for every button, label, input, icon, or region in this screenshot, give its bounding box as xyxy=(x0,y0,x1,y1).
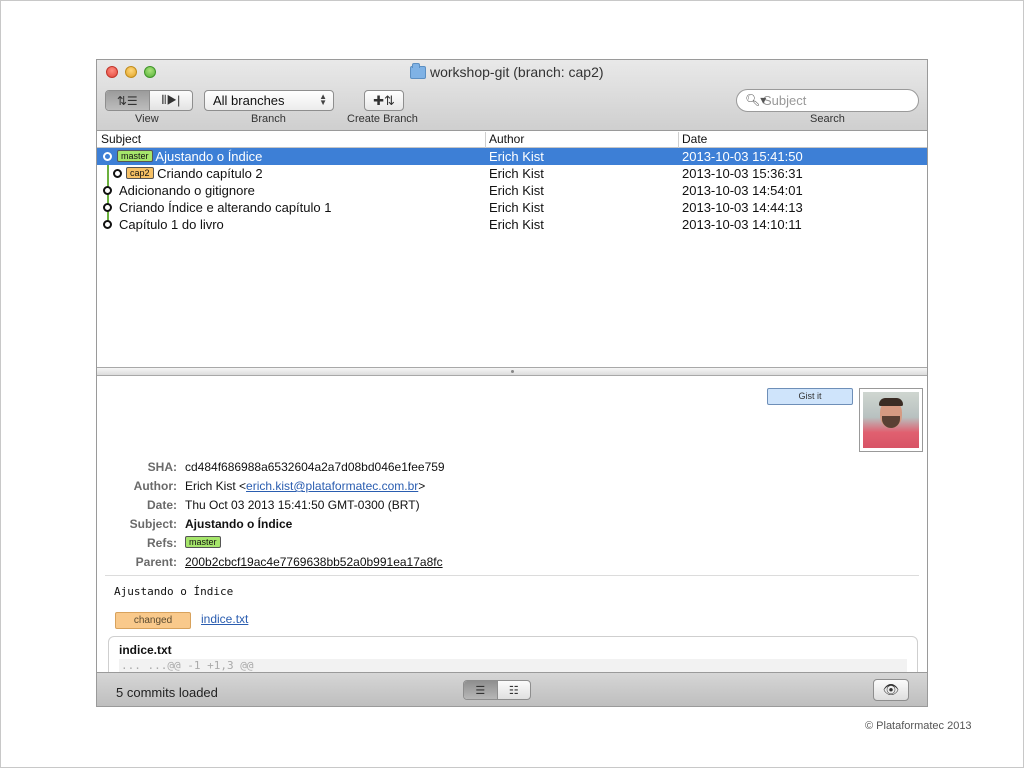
date-value: Thu Oct 03 2013 15:41:50 GMT-0300 (BRT) xyxy=(185,498,420,512)
commit-row[interactable]: Criando Índice e alterando capítulo 1 Er… xyxy=(97,199,927,216)
search-icon: 🔍︎▾ xyxy=(745,93,767,107)
branch-select[interactable]: All branches ▲ ▼ xyxy=(204,90,334,111)
subject-value: Ajustando o Índice xyxy=(185,517,293,531)
view-label: View xyxy=(135,113,159,125)
column-header-author[interactable]: Author xyxy=(489,132,524,146)
pane-splitter[interactable] xyxy=(97,367,927,376)
sha-value: cd484f686988a6532604a2a7d08bd046e1fee759 xyxy=(185,460,445,474)
commit-node-icon xyxy=(103,220,112,229)
copyright-footer: © Plataformatec 2013 xyxy=(865,720,972,732)
commit-row[interactable]: Capítulo 1 do livro Erich Kist 2013-10-0… xyxy=(97,216,927,233)
detail-divider xyxy=(105,575,919,576)
create-branch-button[interactable]: ✚⇅ xyxy=(364,90,404,111)
search-input[interactable]: 🔍︎▾ Subject xyxy=(736,89,919,112)
commit-author: Erich Kist xyxy=(489,217,544,232)
search-placeholder: Subject xyxy=(763,93,807,108)
outline-icon: ☷ xyxy=(508,684,519,697)
commit-subject: Ajustando o Índice xyxy=(155,149,263,164)
column-header-date[interactable]: Date xyxy=(682,132,707,146)
refs-value: master xyxy=(185,536,221,550)
commit-author: Erich Kist xyxy=(489,149,544,164)
branch-label: Branch xyxy=(251,113,286,125)
commit-date: 2013-10-03 15:36:31 xyxy=(682,166,803,181)
search-label: Search xyxy=(810,113,845,125)
create-branch-label: Create Branch xyxy=(347,113,418,125)
commit-subject: Capítulo 1 do livro xyxy=(119,217,224,232)
date-label: Date: xyxy=(146,498,177,512)
commit-subject: Criando Índice e alterando capítulo 1 xyxy=(119,200,332,215)
author-label: Author: xyxy=(133,479,177,493)
close-window-button[interactable] xyxy=(106,66,118,78)
commits-loaded-status: 5 commits loaded xyxy=(116,685,218,700)
detail-view-segmented-control: ☰ ☷ xyxy=(463,680,531,700)
commit-message: Ajustando o Índice xyxy=(114,585,234,598)
commit-row[interactable]: master Ajustando o Índice Erich Kist 201… xyxy=(97,148,927,165)
author-email-close: > xyxy=(418,479,426,493)
commit-author: Erich Kist xyxy=(489,183,544,198)
author-value: Erich Kist <erich.kist@plataformatec.com… xyxy=(185,479,425,493)
commit-view-icon: ⦀▶| xyxy=(161,93,181,107)
list-view-button[interactable]: ☰ xyxy=(464,681,498,699)
branch-ref-badge: master xyxy=(117,150,153,162)
commit-subject-cell: cap2 Criando capítulo 2 xyxy=(126,166,263,181)
eye-icon: 👁︎ xyxy=(882,682,900,697)
refs-label: Refs: xyxy=(146,536,177,550)
table-header: Subject Author Date xyxy=(97,131,927,149)
column-divider[interactable] xyxy=(485,132,486,149)
commit-author: Erich Kist xyxy=(489,166,544,181)
commit-subject-cell: master Ajustando o Índice xyxy=(117,149,262,164)
outline-view-button[interactable]: ☷ xyxy=(498,681,531,699)
commit-date: 2013-10-03 14:54:01 xyxy=(682,183,803,198)
branch-ref-badge: cap2 xyxy=(126,167,154,179)
create-branch-icon: ✚⇅ xyxy=(373,92,395,108)
commit-row[interactable]: cap2 Criando capítulo 2 Erich Kist 2013-… xyxy=(97,165,927,182)
folder-icon xyxy=(410,62,426,79)
view-segmented-control: ⇅☰ ⦀▶| xyxy=(105,90,193,111)
commit-list: master Ajustando o Índice Erich Kist 201… xyxy=(97,148,927,233)
commit-subject: Adicionando o gitignore xyxy=(119,183,255,198)
status-bar: 5 commits loaded ☰ ☷ 👁︎ xyxy=(97,672,927,706)
window-title-text: workshop-git (branch: cap2) xyxy=(430,64,604,80)
diff-file-title: indice.txt xyxy=(119,643,172,657)
author-name: Erich Kist < xyxy=(185,479,247,493)
author-email-link[interactable]: erich.kist@plataformatec.com.br xyxy=(246,479,418,493)
author-avatar xyxy=(859,388,923,452)
subject-label: Subject: xyxy=(129,517,177,531)
column-header-subject[interactable]: Subject xyxy=(101,132,141,146)
commit-row[interactable]: Adicionando o gitignore Erich Kist 2013-… xyxy=(97,182,927,199)
toolbar: workshop-git (branch: cap2) ⇅☰ ⦀▶| View … xyxy=(97,60,927,131)
commit-node-icon xyxy=(103,152,112,161)
minimize-window-button[interactable] xyxy=(125,66,137,78)
commit-date: 2013-10-03 14:10:11 xyxy=(682,217,802,232)
list-icon: ☰ xyxy=(475,684,486,697)
quick-look-button[interactable]: 👁︎ xyxy=(873,679,909,701)
select-arrows-icon: ▲ ▼ xyxy=(319,92,327,107)
commit-node-icon xyxy=(113,169,122,178)
commit-date: 2013-10-03 14:44:13 xyxy=(682,200,803,215)
avatar-photo xyxy=(863,392,919,448)
zoom-window-button[interactable] xyxy=(144,66,156,78)
splitter-grip-icon xyxy=(511,370,514,373)
master-ref-badge[interactable]: master xyxy=(185,536,221,548)
commit-author: Erich Kist xyxy=(489,200,544,215)
parent-link[interactable]: 200b2cbcf19ac4e7769638bb52a0b991ea17a8fc xyxy=(185,555,443,569)
history-view-button[interactable]: ⇅☰ xyxy=(106,91,150,110)
commit-node-icon xyxy=(103,186,112,195)
window-title: workshop-git (branch: cap2) xyxy=(410,62,604,80)
commit-date: 2013-10-03 15:41:50 xyxy=(682,149,803,164)
commit-subject: Criando capítulo 2 xyxy=(157,166,263,181)
change-status-badge: changed xyxy=(115,612,191,629)
history-view-icon: ⇅☰ xyxy=(116,93,138,108)
branch-select-value: All branches xyxy=(213,93,285,108)
sha-label: SHA: xyxy=(147,460,177,474)
changed-file-link[interactable]: indice.txt xyxy=(201,612,248,626)
commit-node-icon xyxy=(103,203,112,212)
column-divider[interactable] xyxy=(678,132,679,149)
gist-it-button[interactable]: Gist it xyxy=(767,388,853,405)
gitx-window: workshop-git (branch: cap2) ⇅☰ ⦀▶| View … xyxy=(96,59,928,707)
parent-label: Parent: xyxy=(135,555,177,569)
commit-view-button[interactable]: ⦀▶| xyxy=(150,91,193,110)
